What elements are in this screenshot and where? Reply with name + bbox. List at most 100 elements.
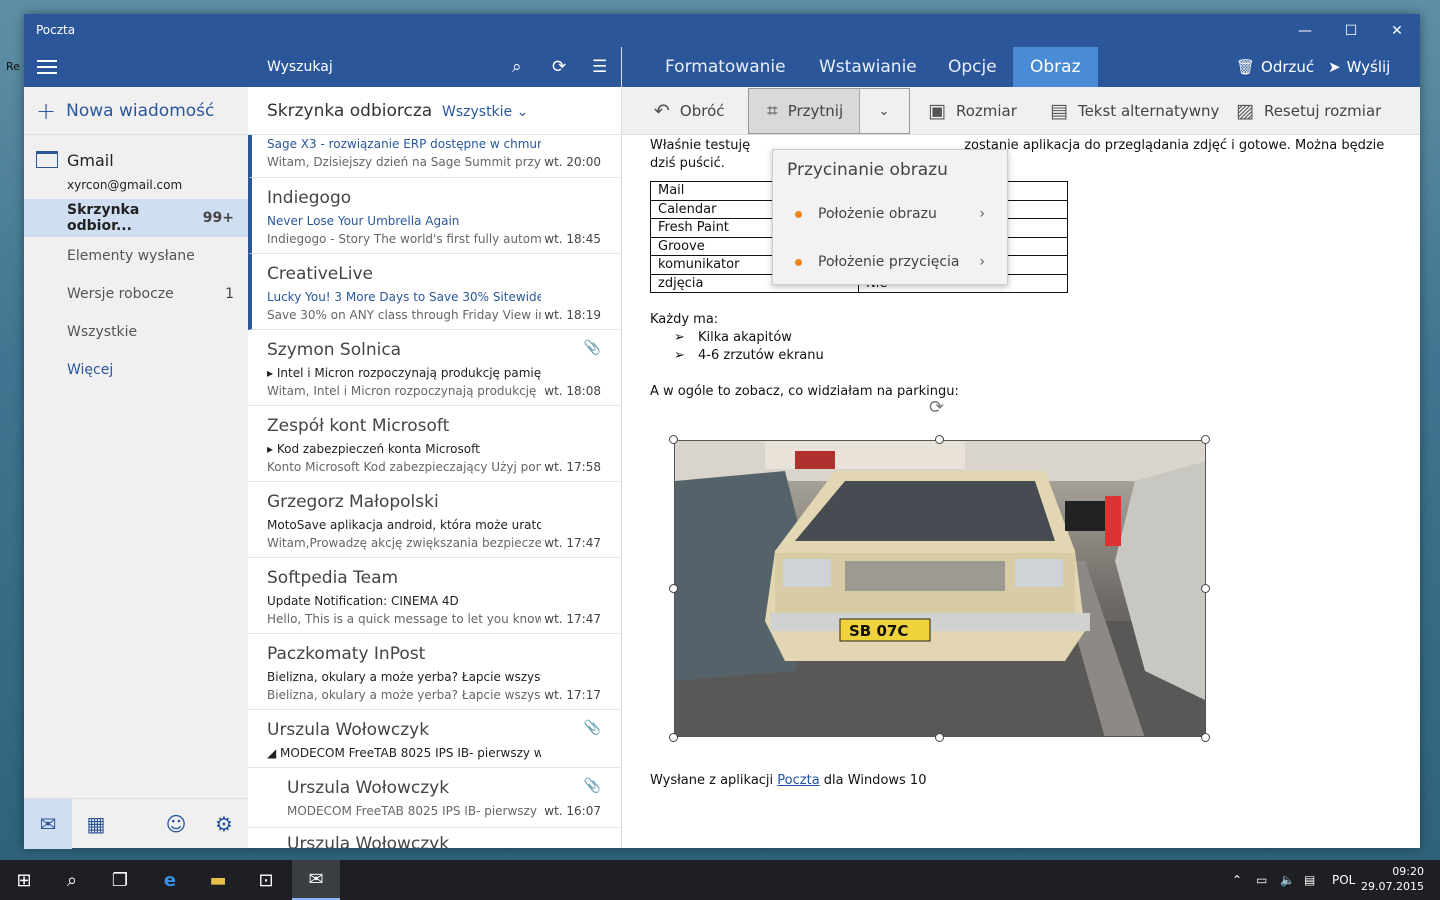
list-item[interactable]: Softpedia Team Update Notification: CINE…: [248, 558, 621, 634]
resize-handle[interactable]: [669, 733, 678, 742]
folder-drafts[interactable]: Wersje robocze 1: [24, 275, 248, 313]
select-mode-icon[interactable]: ☰: [592, 57, 607, 77]
list-item[interactable]: Sage X3 - rozwiązanie ERP dostępne w chm…: [248, 135, 621, 178]
size-button[interactable]: ▣ Rozmiar: [928, 87, 1017, 135]
language-indicator[interactable]: POL: [1332, 860, 1355, 900]
send-button[interactable]: ➤ Wyślij: [1328, 47, 1390, 87]
folder-sent[interactable]: Elementy wysłane: [24, 237, 248, 275]
search-icon[interactable]: ⌕: [512, 57, 522, 77]
volume-icon[interactable]: 🔈: [1280, 860, 1295, 900]
resize-handle[interactable]: [669, 584, 678, 593]
ribbon-tabs: Formatowanie Wstawianie Opcje Obraz 🗑 Od…: [622, 47, 1420, 87]
resize-handle[interactable]: [1201, 584, 1210, 593]
tab-formatting[interactable]: Formatowanie: [648, 47, 803, 87]
crop-menu: Przycinanie obrazu Położenie obrazu › Po…: [772, 149, 1008, 285]
clock[interactable]: 09:20 29.07.2015: [1361, 864, 1424, 894]
car-photo[interactable]: SB 07C: [674, 440, 1206, 737]
rotate-button[interactable]: ↶ Obróć: [654, 87, 725, 135]
bottom-bar: ✉ ▦ ☺ ⚙: [24, 798, 248, 849]
folder-all[interactable]: Wszystkie: [24, 313, 248, 351]
poczta-link[interactable]: Poczta: [777, 773, 819, 788]
file-explorer-icon[interactable]: ▬: [194, 860, 242, 900]
settings-gear-icon[interactable]: ⚙: [200, 799, 248, 849]
list-item[interactable]: Urszula Wołowczyk 📎 MODECOM FreeTAB 8025…: [248, 768, 621, 828]
search-icon[interactable]: ⌕: [48, 860, 96, 900]
feedback-smiley-icon[interactable]: ☺: [152, 799, 200, 849]
tab-options[interactable]: Opcje: [931, 47, 1014, 87]
message-time: wt. 17:17: [544, 688, 601, 702]
list-item[interactable]: Paczkomaty InPost Bielizna, okulary a mo…: [248, 634, 621, 710]
tab-picture[interactable]: Obraz: [1013, 47, 1098, 87]
menu-item-crop-position[interactable]: Położenie przycięcia ›: [773, 242, 1007, 282]
folder-icon: [36, 151, 58, 168]
new-mail-button[interactable]: + Nowa wiadomość: [24, 87, 248, 135]
chevron-down-icon[interactable]: ⌄: [859, 89, 909, 133]
message-preview: Bielizna, okulary a może yerba? Łapcie w…: [267, 688, 541, 702]
message-time: wt. 20:00: [544, 155, 601, 169]
hamburger-icon[interactable]: [37, 60, 57, 74]
resize-handle[interactable]: [935, 733, 944, 742]
list-item[interactable]: Urszula Wołowczyk 📎 ◢ MODECOM FreeTAB 80…: [248, 710, 621, 768]
action-center-icon[interactable]: ▤: [1304, 860, 1315, 900]
network-icon[interactable]: ▭: [1256, 860, 1267, 900]
account-item[interactable]: Gmail xyrcon@gmail.com: [24, 135, 248, 199]
close-button[interactable]: ✕: [1374, 14, 1420, 47]
reset-size-icon: ▨: [1236, 100, 1254, 122]
message-sender: Urszula Wołowczyk: [267, 720, 430, 740]
reset-size-button[interactable]: ▨ Resetuj rozmiar: [1236, 87, 1381, 135]
tab-insert[interactable]: Wstawianie: [802, 47, 934, 87]
calendar-icon[interactable]: ▦: [72, 799, 120, 849]
message-sender: Softpedia Team: [267, 568, 399, 588]
filter-dropdown[interactable]: Wszystkie ⌄: [442, 104, 528, 120]
crop-icon: ⌗: [767, 100, 778, 122]
tray-up-arrow-icon[interactable]: ⌃: [1232, 860, 1242, 900]
compose-pane: Formatowanie Wstawianie Opcje Obraz 🗑 Od…: [622, 47, 1420, 848]
message-subject: Lucky You! 3 More Days to Save 30% Sitew…: [267, 290, 541, 304]
list-item[interactable]: Grzegorz Małopolski MotoSave aplikacja a…: [248, 482, 621, 558]
folder-label: Wersje robocze: [67, 286, 174, 302]
more-folders-link[interactable]: Więcej: [24, 351, 248, 389]
message-sender: Urszula Wołowczyk: [287, 834, 450, 848]
message-subject: MotoSave aplikacja android, która może u…: [267, 518, 541, 532]
bullet-item: Kilka akapitów: [650, 329, 1390, 347]
resize-handle[interactable]: [1201, 733, 1210, 742]
folder-inbox[interactable]: Skrzynka odbior... 99+: [24, 199, 248, 237]
clock-time: 09:20: [1392, 865, 1424, 878]
resize-handle[interactable]: [669, 435, 678, 444]
edge-icon[interactable]: e: [146, 860, 194, 900]
list-item[interactable]: Indiegogo Never Lose Your Umbrella Again…: [248, 178, 621, 254]
alt-text-button[interactable]: ▤ Tekst alternatywny: [1050, 87, 1219, 135]
maximize-button[interactable]: ☐: [1328, 14, 1374, 47]
store-icon[interactable]: ⊡: [242, 860, 290, 900]
clock-date: 29.07.2015: [1361, 880, 1424, 893]
discard-button[interactable]: 🗑 Odrzuć: [1236, 47, 1314, 87]
message-subject: ◢ MODECOM FreeTAB 8025 IPS IB- pierwszy …: [267, 746, 541, 760]
list-item[interactable]: Szymon Solnica 📎 ▸ Intel i Micron rozpoc…: [248, 330, 621, 406]
crop-split-button: ⌗ Przytnij ⌄: [748, 88, 910, 134]
sync-icon[interactable]: ⟳: [552, 57, 566, 77]
message-preview: Witam, Intel i Micron rozpoczynają produ…: [267, 384, 541, 398]
crop-button[interactable]: ⌗ Przytnij: [767, 89, 843, 133]
intro-end: zostanie aplikacja do przeglądania zdjęć…: [964, 138, 1385, 153]
left-nav-header: [24, 47, 248, 87]
car-photo-drawing: SB 07C: [675, 441, 1205, 736]
list-item[interactable]: CreativeLive Lucky You! 3 More Days to S…: [248, 254, 621, 330]
start-windows-icon[interactable]: ⊞: [0, 860, 48, 900]
rotate-handle-icon[interactable]: ⟳: [929, 397, 944, 418]
list-item[interactable]: Zespół kont Microsoft ▸ Kod zabezpieczeń…: [248, 406, 621, 482]
message-list: Wyszukaj ⌕ ⟳ ☰ Skrzynka odbiorcza Wszyst…: [248, 47, 622, 848]
search-input[interactable]: Wyszukaj: [267, 59, 333, 75]
resize-handle[interactable]: [1201, 435, 1210, 444]
task-view-icon[interactable]: ❐: [96, 860, 144, 900]
menu-item-image-position[interactable]: Położenie obrazu ›: [773, 194, 1007, 234]
list-item[interactable]: Urszula Wołowczyk: [248, 828, 621, 848]
minimize-button[interactable]: —: [1282, 14, 1328, 47]
message-body[interactable]: Właśnie testuję zostanie aplikacja do pr…: [650, 137, 1390, 401]
each-has: Każdy ma:: [650, 312, 719, 327]
message-preview: Witam,Prowadzę akcję zwiększania bezpiec…: [267, 536, 541, 550]
mail-icon[interactable]: ✉: [24, 799, 72, 849]
resize-handle[interactable]: [935, 435, 944, 444]
mail-app-icon[interactable]: ✉: [292, 860, 340, 900]
message-subject: Update Notification: CINEMA 4D: [267, 594, 459, 608]
message-time: wt. 17:47: [544, 612, 601, 626]
